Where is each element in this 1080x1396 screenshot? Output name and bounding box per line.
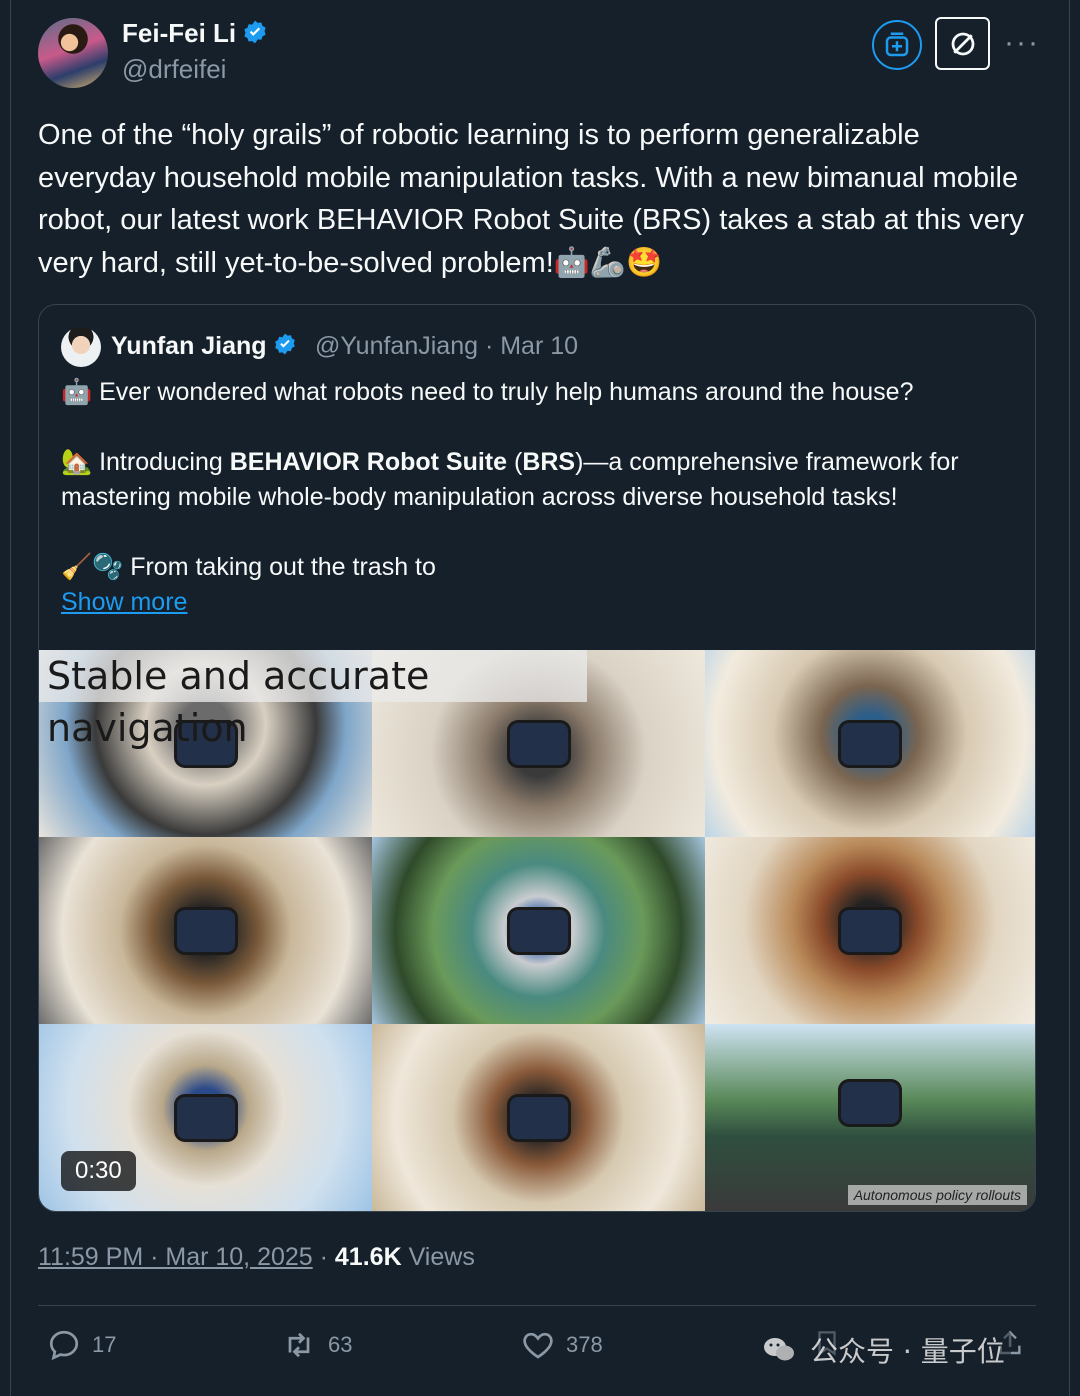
video-frame-4 bbox=[39, 837, 372, 1024]
heart-icon bbox=[523, 1332, 553, 1359]
show-more-link[interactable]: Show more bbox=[61, 588, 187, 617]
reply-button[interactable]: 17 bbox=[46, 1327, 116, 1363]
quoted-handle-date[interactable]: @YunfanJiang · Mar 10 bbox=[315, 332, 578, 361]
quoted-author-name[interactable]: Yunfan Jiang bbox=[111, 332, 297, 363]
video-duration-badge: 0:30 bbox=[61, 1151, 136, 1191]
quoted-author-name-text[interactable]: Yunfan Jiang bbox=[111, 332, 267, 360]
reply-count: 17 bbox=[92, 1332, 117, 1357]
quoted-tweet[interactable]: Yunfan Jiang @YunfanJiang · Mar 10 🤖 Eve… bbox=[38, 304, 1036, 1212]
block-icon bbox=[951, 32, 974, 55]
more-options-button[interactable]: ··· bbox=[1004, 26, 1040, 60]
divider bbox=[38, 1305, 1036, 1306]
video-player[interactable]: Stable and accurate navigation 0:30 Auto… bbox=[39, 650, 1035, 1211]
quoted-line-2-mid: ( bbox=[507, 448, 523, 476]
video-frame-9 bbox=[705, 1024, 1035, 1211]
views-label: Views bbox=[408, 1243, 475, 1271]
quoted-line-3: 🧹🫧 From taking out the trash to bbox=[61, 553, 436, 581]
author-handle[interactable]: @drfeifei bbox=[122, 54, 226, 85]
quoted-line-2-bold2: BRS bbox=[522, 448, 576, 476]
quoted-line-2: 🏡 Introducing BEHAVIOR Robot Suite (BRS)… bbox=[61, 445, 1021, 515]
quoted-line-1: 🤖 Ever wondered what robots need to trul… bbox=[61, 378, 914, 406]
quoted-text: 🤖 Ever wondered what robots need to trul… bbox=[61, 375, 1021, 585]
author-avatar[interactable] bbox=[38, 18, 108, 88]
quoted-line-2-bold: BEHAVIOR Robot Suite bbox=[229, 448, 508, 476]
views-count: 41.6K bbox=[334, 1243, 402, 1271]
video-title-overlay: Stable and accurate navigation bbox=[39, 650, 587, 750]
author-name[interactable]: Fei-Fei Li bbox=[122, 18, 268, 52]
video-frame-5 bbox=[372, 837, 705, 1024]
video-frame-6 bbox=[705, 837, 1035, 1024]
subscribe-button[interactable] bbox=[872, 20, 922, 70]
like-count: 378 bbox=[566, 1332, 603, 1357]
retweet-count: 63 bbox=[328, 1332, 353, 1357]
wechat-icon bbox=[764, 1338, 794, 1361]
retweet-icon bbox=[288, 1332, 310, 1358]
add-to-list-icon bbox=[885, 32, 909, 57]
quoted-line-2-prefix: 🏡 Introducing bbox=[61, 448, 230, 476]
watermark-text: 公众号 · 量子位 bbox=[804, 1330, 1011, 1370]
meta-separator: · bbox=[312, 1243, 335, 1271]
verified-badge-icon bbox=[242, 19, 268, 52]
reply-icon bbox=[49, 1330, 79, 1361]
tweet-meta: 11:59 PM · Mar 10, 2025 · 41.6K Views bbox=[38, 1243, 475, 1272]
verified-badge-icon bbox=[273, 332, 297, 363]
video-frame-8 bbox=[372, 1024, 705, 1211]
video-frame-3 bbox=[705, 650, 1035, 837]
like-button[interactable]: 378 bbox=[520, 1327, 603, 1363]
author-name-text[interactable]: Fei-Fei Li bbox=[122, 18, 236, 48]
quoted-author-avatar[interactable] bbox=[61, 327, 101, 367]
timestamp-link[interactable]: 11:59 PM · Mar 10, 2025 bbox=[38, 1243, 313, 1271]
block-button[interactable] bbox=[935, 17, 990, 70]
retweet-button[interactable]: 63 bbox=[280, 1327, 352, 1363]
tweet-text: One of the “holy grails” of robotic lear… bbox=[38, 119, 1024, 279]
watermark: 公众号 · 量子位 bbox=[762, 1330, 1011, 1370]
video-caption: Autonomous policy rollouts bbox=[847, 1185, 1027, 1205]
